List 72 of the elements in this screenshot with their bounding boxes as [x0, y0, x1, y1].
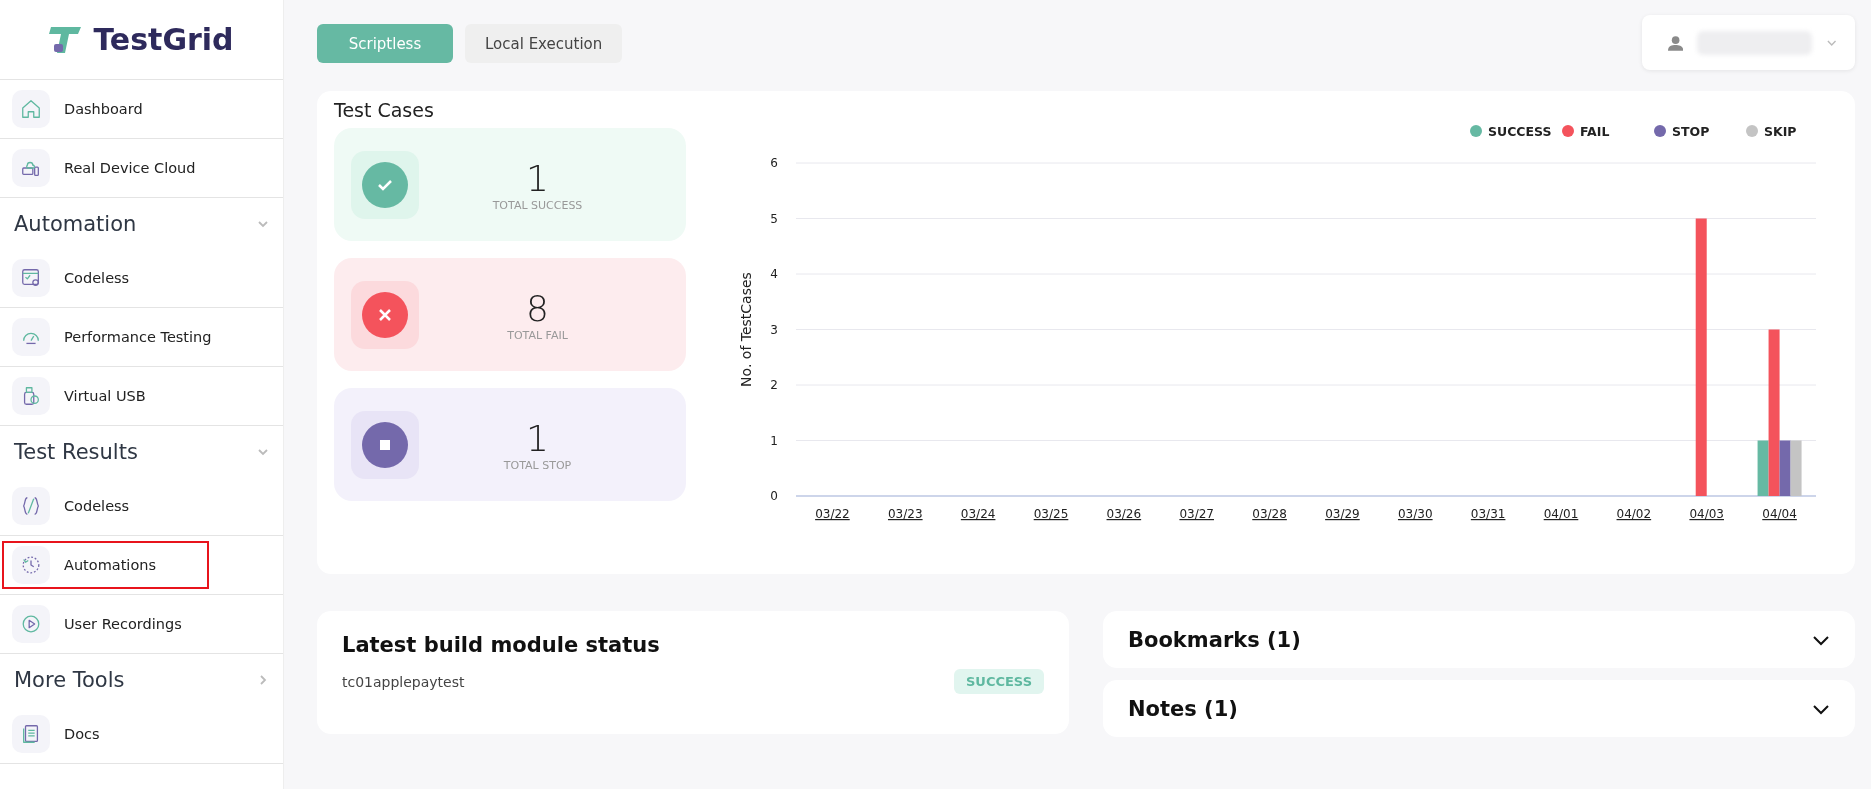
legend-item: STOP — [1654, 124, 1710, 139]
card-title: Latest build module status — [342, 633, 661, 657]
accordion-panel[interactable]: Notes (1) — [1103, 680, 1855, 737]
legend-item: SKIP — [1746, 124, 1797, 139]
nav-icon — [12, 318, 50, 356]
stat-label: TOTAL FAIL — [507, 328, 568, 342]
card-title: Test Cases — [334, 99, 435, 121]
nav-item[interactable]: Codeless — [4, 484, 279, 528]
section-header[interactable]: More Tools — [0, 654, 283, 705]
x-tick-label: 03/30 — [1398, 507, 1433, 521]
section-header[interactable]: Automation — [0, 198, 283, 249]
nav-icon — [12, 605, 50, 643]
stat-label: TOTAL SUCCESS — [492, 198, 583, 212]
legend-label: SKIP — [1764, 124, 1797, 139]
y-tick-label: 3 — [770, 322, 778, 337]
module-name: tc01applepaytest — [342, 673, 465, 690]
x-tick-label: 03/27 — [1179, 507, 1214, 521]
tab[interactable]: Local Execution — [465, 24, 623, 63]
logo-text: TestGrid — [93, 22, 234, 57]
nav-icon — [12, 259, 50, 297]
x-tick-label: 03/29 — [1325, 507, 1360, 521]
y-tick-label: 1 — [770, 433, 778, 448]
nav-item[interactable]: Performance Testing — [4, 315, 279, 359]
y-tick-label: 6 — [770, 156, 778, 170]
x-tick-label: 04/03 — [1689, 507, 1724, 521]
x-tick-label: 03/22 — [815, 507, 850, 521]
x-icon — [362, 291, 408, 338]
x-tick-label: 03/28 — [1252, 507, 1287, 521]
x-tick-label: 03/24 — [960, 507, 996, 521]
x-tick-label: 04/01 — [1543, 507, 1579, 521]
y-axis-title: No. of TestCases — [738, 272, 754, 387]
user-icon — [1668, 34, 1684, 51]
nav-icon — [12, 546, 50, 584]
nav-icon — [12, 487, 50, 525]
user-menu[interactable] — [1642, 15, 1855, 70]
nav-item[interactable]: User Recordings — [4, 602, 279, 646]
legend-item: SUCCESS — [1470, 124, 1552, 139]
y-tick-label: 2 — [770, 378, 778, 392]
stat-value: 1 — [526, 417, 549, 459]
nav-icon — [12, 90, 50, 128]
y-tick-label: 4 — [770, 267, 778, 281]
logo-icon — [49, 24, 84, 55]
x-tick-label: 04/02 — [1616, 507, 1652, 521]
status-badge: SUCCESS — [953, 669, 1044, 694]
x-tick-label: 03/31 — [1470, 507, 1506, 521]
stat-value: 8 — [526, 287, 549, 329]
stat-label: TOTAL STOP — [503, 458, 572, 472]
nav-item[interactable]: Codeless — [4, 256, 279, 300]
nav-icon — [12, 149, 50, 187]
stop-icon — [362, 421, 408, 468]
x-tick-label: 03/23 — [888, 507, 923, 521]
nav-item[interactable]: Virtual USB — [4, 374, 279, 418]
legend-label: STOP — [1672, 124, 1710, 139]
section-header[interactable]: Test Results — [0, 426, 283, 477]
legend-label: FAIL — [1580, 124, 1610, 139]
x-tick-label: 03/25 — [1033, 507, 1069, 521]
bar — [1790, 440, 1802, 496]
nav-icon — [12, 715, 50, 753]
nav-item[interactable]: Automations — [4, 543, 207, 587]
check-icon — [362, 161, 408, 208]
y-tick-label: 0 — [770, 489, 778, 503]
nav-item[interactable]: Real Device Cloud — [4, 146, 279, 190]
nav-item[interactable]: Docs — [4, 712, 279, 756]
y-tick-label: 5 — [770, 211, 778, 226]
stat-value: 1 — [526, 157, 549, 199]
legend-label: SUCCESS — [1488, 124, 1552, 139]
nav-item[interactable]: Dashboard — [4, 87, 279, 131]
x-tick-label: 04/04 — [1762, 507, 1797, 521]
nav-icon — [12, 377, 50, 415]
legend-item: FAIL — [1562, 124, 1610, 139]
x-tick-label: 03/26 — [1106, 507, 1142, 521]
accordion-panel[interactable]: Bookmarks (1) — [1103, 611, 1855, 668]
